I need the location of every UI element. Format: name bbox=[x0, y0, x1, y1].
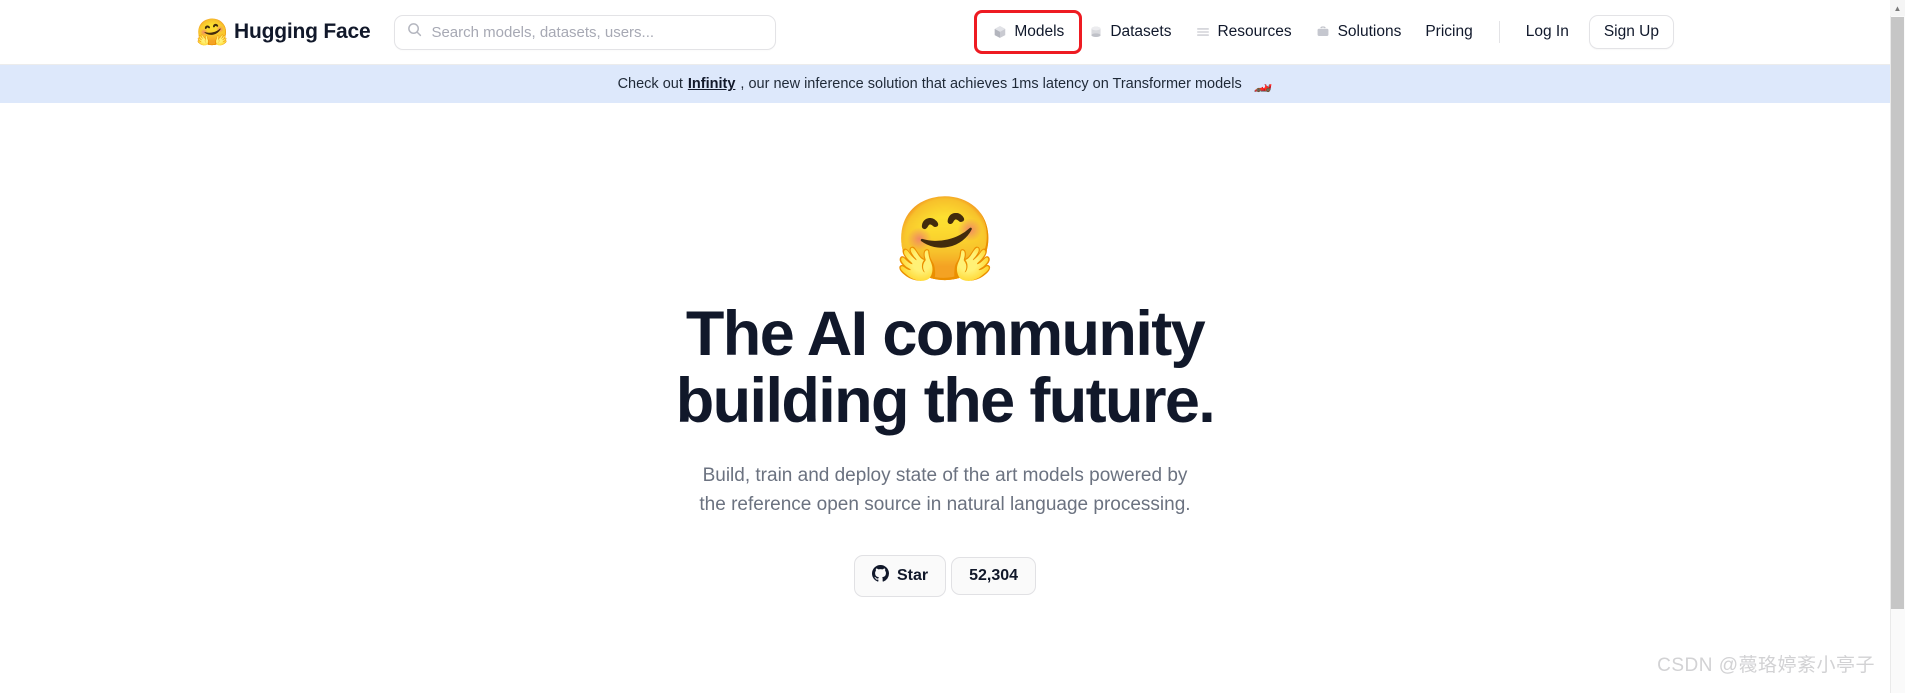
search-box[interactable] bbox=[394, 14, 777, 50]
github-star-button[interactable]: Star bbox=[853, 555, 947, 598]
search-icon bbox=[407, 22, 422, 42]
nav-item-label: Solutions bbox=[1337, 23, 1402, 40]
nav-item-pricing[interactable]: Pricing bbox=[1413, 16, 1484, 48]
watermark: CSDN @薎珞婷紊小亭子 bbox=[1657, 655, 1875, 676]
hero-section: 🤗 The AI community building the future. … bbox=[0, 103, 1890, 598]
site-header: 🤗 Hugging Face Models bbox=[0, 0, 1890, 65]
nav-item-label: Datasets bbox=[1110, 23, 1172, 40]
database-icon bbox=[1088, 25, 1103, 40]
nav-item-label: Pricing bbox=[1425, 23, 1473, 40]
page-title: The AI community building the future. bbox=[675, 299, 1216, 436]
page-subtitle: Build, train and deploy state of the art… bbox=[699, 461, 1190, 520]
promo-suffix: , our new inference solution that achiev… bbox=[740, 76, 1242, 92]
login-link[interactable]: Log In bbox=[1514, 16, 1581, 48]
promo-prefix: Check out bbox=[617, 76, 683, 92]
vertical-scrollbar[interactable]: ▲ bbox=[1890, 0, 1905, 693]
nav-item-solutions[interactable]: Solutions bbox=[1304, 16, 1414, 48]
cube-icon bbox=[992, 25, 1007, 40]
github-star-label: Star bbox=[896, 567, 929, 585]
hugging-face-emoji: 🤗 bbox=[196, 17, 229, 47]
signup-button[interactable]: Sign Up bbox=[1588, 15, 1674, 49]
scrollbar-thumb[interactable] bbox=[1891, 17, 1904, 609]
github-star-widget: Star 52,304 bbox=[853, 555, 1037, 598]
page-title-line-2: building the future. bbox=[675, 365, 1216, 436]
promo-link-infinity[interactable]: Infinity bbox=[688, 76, 736, 92]
racing-car-emoji: 🏎️ bbox=[1253, 76, 1273, 93]
nav-item-datasets[interactable]: Datasets bbox=[1076, 16, 1183, 48]
menu-lines-icon bbox=[1195, 25, 1210, 40]
nav-item-label: Models bbox=[1014, 23, 1065, 40]
brand-home-link[interactable]: 🤗 Hugging Face bbox=[196, 17, 371, 47]
nav-divider bbox=[1498, 21, 1500, 43]
github-icon bbox=[871, 565, 889, 587]
page-subtitle-line-2: the reference open source in natural lan… bbox=[699, 493, 1191, 515]
page-title-line-1: The AI community bbox=[685, 299, 1206, 369]
nav-item-resources[interactable]: Resources bbox=[1183, 16, 1303, 48]
github-star-count[interactable]: 52,304 bbox=[951, 557, 1037, 596]
hugging-face-emoji: 🤗 bbox=[893, 194, 997, 285]
brand-name: Hugging Face bbox=[234, 20, 371, 43]
primary-navigation: Models Datasets Resources Solutions Pric… bbox=[974, 10, 1674, 54]
nav-item-label: Resources bbox=[1217, 23, 1292, 40]
scrollbar-up-arrow-icon[interactable]: ▲ bbox=[1890, 0, 1905, 16]
promo-banner: Check out Infinity, our new inference so… bbox=[0, 65, 1890, 103]
search-input[interactable] bbox=[431, 23, 764, 41]
page-subtitle-line-1: Build, train and deploy state of the art… bbox=[702, 464, 1188, 486]
briefcase-icon bbox=[1316, 25, 1331, 40]
nav-item-models[interactable]: Models bbox=[974, 10, 1083, 54]
